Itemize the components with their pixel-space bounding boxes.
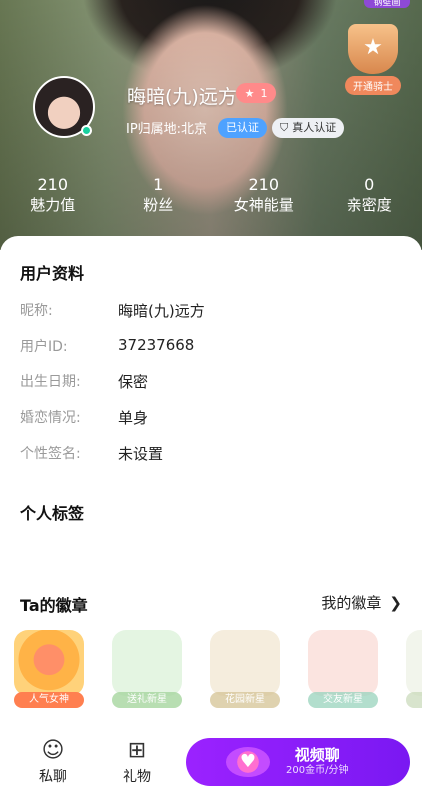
stat-goddess-energy: 210 女神能量 [211,176,317,224]
stat-label: 女神能量 [233,196,294,214]
stat-label: 魅力值 [30,196,76,214]
badge-caption: 送礼新星 [112,692,182,708]
stat-value: 1 [153,175,164,194]
stat-value: 0 [364,175,375,194]
knight-button[interactable]: ★ 开通骑士 [338,24,408,96]
row-value: 未设置 [118,445,164,463]
badges-section-title: Ta的徽章 [20,596,88,615]
badge-image [14,630,84,696]
video-chat-price: 200金币/分钟 [286,765,349,776]
gift-label: 礼物 [123,769,151,785]
badge-popular-goddess[interactable]: 人气女神 [10,630,88,714]
profile-row-birthday: 出生日期: 保密 [20,371,148,392]
row-key: 昵称: [20,303,53,319]
badge-image [308,630,378,696]
row-key: 用户ID: [20,339,68,355]
stats-bar: 210 魅力值 1 粉丝 210 女神能量 0 亲密度 [0,176,422,224]
tags-section-title: 个人标签 [20,504,85,523]
stat-label: 粉丝 [143,196,174,214]
row-value: 单身 [118,409,149,427]
badge-image [210,630,280,696]
badge-caption: 人气女神 [14,692,84,708]
trophy-icon: ★ [348,24,398,74]
real-person-label: 真人认证 [292,121,337,134]
profile-row-user-id: 用户ID: 37237668 [20,336,194,356]
profile-section-title: 用户资料 [20,264,85,283]
profile-card: 用户资料 昵称: 晦暗(九)远方 用户ID: 37237668 出生日期: 保密… [0,236,422,798]
stat-charm: 210 魅力值 [0,176,106,224]
profile-hero: 钢壁画 晦暗(九)远方 ★ 1 IP归属地:北京 已认证 ⛉ 真人认证 ★ 开通… [0,0,422,250]
online-status-dot [81,125,92,136]
private-chat-label: 私聊 [39,769,67,785]
stat-value: 210 [37,175,69,194]
my-badges-link[interactable]: 我的徽章 ❯ [321,592,402,613]
badge-caption: 花园新星 [210,692,280,708]
gift-icon: ⊞ [127,738,147,763]
nickname: 晦暗(九)远方 [127,86,237,108]
knight-label: 开通骑士 [345,76,401,95]
stat-fans[interactable]: 1 粉丝 [106,176,212,224]
verified-badge: 已认证 [218,118,267,138]
row-value: 37237668 [118,336,195,354]
badge-image [406,630,422,696]
profile-row-marital: 婚恋情况: 单身 [20,407,148,428]
badge-caption [406,692,422,708]
gift-button[interactable]: ⊞ 礼物 [112,736,162,786]
stat-label: 亲密度 [346,196,392,214]
badge-partial[interactable] [402,630,422,714]
level-badge: ★ 1 [236,83,276,103]
row-key: 个性签名: [20,446,81,462]
chat-bubble-icon: ☺ [41,738,65,763]
badge-social-star[interactable]: 交友新星 [304,630,382,714]
row-key: 出生日期: [20,374,81,390]
video-chat-label: 视频聊 [294,746,340,764]
profile-row-nickname: 昵称: 晦暗(九)远方 [20,300,205,321]
badge-image [112,630,182,696]
top-badge: 钢壁画 [364,0,410,8]
star-icon: ★ [244,86,255,100]
chevron-right-icon: ❯ [389,593,402,612]
row-value: 保密 [118,373,149,391]
row-key: 婚恋情况: [20,410,81,426]
badge-list: 人气女神 送礼新星 花园新星 交友新星 [10,630,422,720]
real-person-badge: ⛉ 真人认证 [272,118,345,138]
badge-caption: 交友新星 [308,692,378,708]
bottom-action-bar: ☺ 私聊 ⊞ 礼物 ♥ 视频聊 200金币/分钟 [0,726,422,798]
ip-location: IP归属地:北京 [126,122,208,137]
video-chat-button[interactable]: ♥ 视频聊 200金币/分钟 [186,738,410,786]
badge-gift-star[interactable]: 送礼新星 [108,630,186,714]
my-badges-label: 我的徽章 [321,594,382,612]
private-chat-button[interactable]: ☺ 私聊 [28,736,78,786]
level-value: 1 [260,86,268,100]
heart-icon: ♥ [226,747,270,777]
stat-intimacy: 0 亲密度 [317,176,422,224]
badge-garden-star[interactable]: 花园新星 [206,630,284,714]
profile-row-signature: 个性签名: 未设置 [20,443,163,464]
stat-value: 210 [248,175,280,194]
row-value: 晦暗(九)远方 [118,302,205,320]
shield-icon: ⛉ [280,121,289,134]
